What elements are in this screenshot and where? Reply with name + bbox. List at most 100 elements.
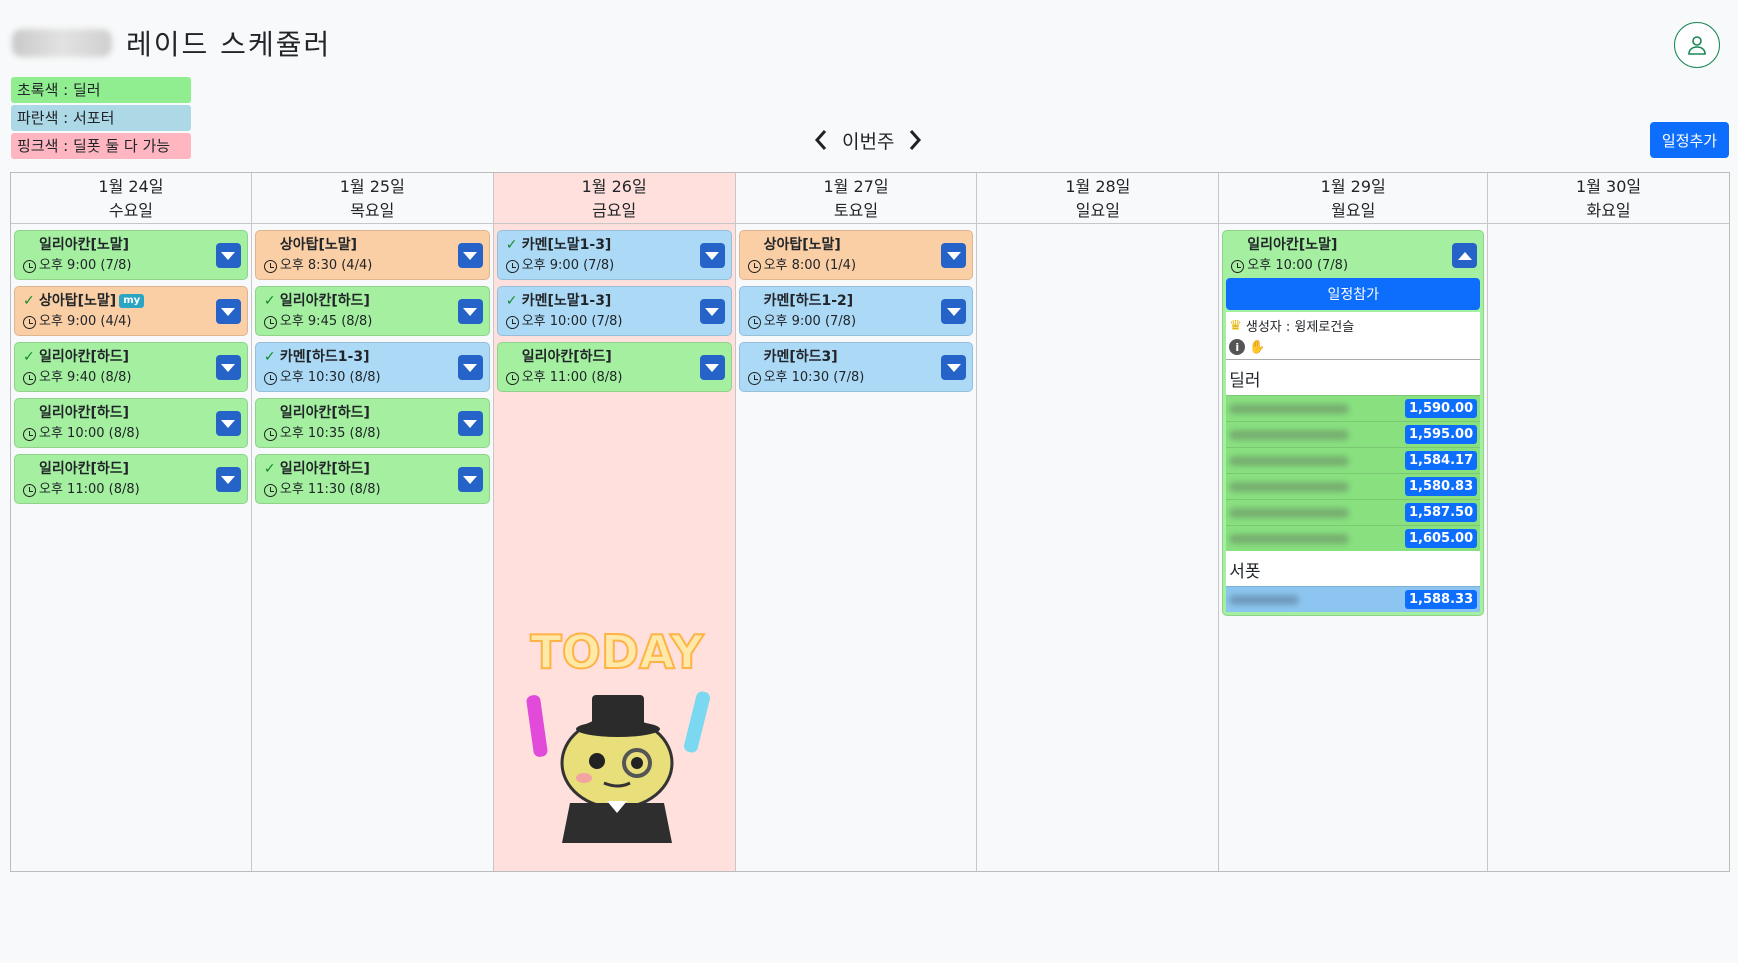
clock-icon — [23, 427, 36, 441]
event-time-row: 오후 11:00 (8/8) — [23, 480, 239, 500]
day-header: 1월 25일 목요일 — [251, 173, 493, 224]
expand-event-button[interactable] — [699, 355, 725, 380]
event-card-expanded[interactable]: 일리아칸[노말] 오후 10:00 (7/8) 일정참가 ♛ 생성자 : 윙제로건슬 i ✋… — [1222, 230, 1485, 616]
day-weekday: 수요일 — [108, 201, 154, 220]
expand-event-button[interactable] — [457, 243, 483, 268]
event-card[interactable]: 일리아칸[하드] 오후 11:00 (8/8) — [496, 342, 732, 392]
event-card[interactable]: ✓ 카멘[노말1-3] 오후 9:00 (7/8) — [496, 230, 732, 280]
expand-event-button[interactable] — [699, 299, 725, 324]
check-icon: ✓ — [263, 461, 276, 477]
clock-icon — [747, 371, 761, 385]
support-member-row: 1,588.33 — [1226, 586, 1481, 612]
next-week-button[interactable] — [904, 126, 926, 154]
event-time: 오후 10:30 (8/8) — [279, 370, 381, 385]
event-card[interactable]: ✓ 일리아칸[하드] 오후 11:30 (8/8) — [254, 454, 490, 504]
check-icon: ✓ — [505, 237, 518, 253]
event-time-row: 오후 10:30 (8/8) — [263, 368, 481, 388]
prev-week-button[interactable] — [810, 126, 832, 154]
day-header: 1월 27일토요일 — [735, 173, 977, 224]
day-weekday: 월요일 — [1331, 201, 1376, 220]
header: 레이드 스케쥴러 — [12, 18, 331, 68]
event-card[interactable]: 카멘[하드1-2] 오후 9:00 (7/8) — [738, 286, 974, 336]
day-weekday: 일요일 — [1075, 201, 1120, 220]
event-card[interactable]: 상아탑[노말] 오후 8:00 (1/4) — [738, 230, 974, 280]
day-date: 1월 27일 — [823, 177, 889, 196]
expand-event-button[interactable] — [215, 411, 241, 436]
clock-icon — [23, 371, 36, 385]
clock-icon — [263, 483, 277, 497]
add-schedule-button[interactable]: 일정추가 — [1650, 122, 1729, 158]
expand-event-button[interactable] — [699, 243, 725, 268]
item-level-badge: 1,587.50 — [1404, 503, 1478, 522]
check-icon: ✓ — [263, 293, 276, 309]
event-card[interactable]: ✓ 상아탑[노말] my 오후 9:00 (4/4) — [14, 286, 248, 336]
expand-event-button[interactable] — [457, 411, 483, 436]
page-title: 레이드 스케쥴러 — [126, 28, 332, 61]
event-time: 오후 9:00 (7/8) — [39, 258, 132, 273]
event-title-row: ✓ 카멘[노말1-3] — [506, 290, 723, 312]
day-events: ✓ 카멘[노말1-3] 오후 9:00 (7/8) ✓ 카멘[노말1-3] 오후 10:0… — [494, 224, 735, 398]
dealer-member-row: 1,584.17 — [1226, 447, 1481, 473]
event-card[interactable]: ✓ 카멘[노말1-3] 오후 10:00 (7/8) — [496, 286, 732, 336]
expand-event-button[interactable] — [941, 355, 967, 380]
info-icon[interactable]: i — [1229, 339, 1246, 355]
expand-event-button[interactable] — [941, 243, 967, 268]
expand-event-button[interactable] — [941, 299, 967, 324]
crown-icon: ♛ — [1229, 317, 1242, 334]
chevron-right-icon — [910, 130, 922, 150]
caret-down-icon — [705, 363, 720, 372]
day-header: 1월 24일 수요일 — [11, 173, 251, 224]
event-title-row: ✓ 카멘[하드1-3] — [264, 346, 481, 368]
event-title-row: 상아탑[노말] — [264, 234, 481, 256]
event-title: 카멘[하드1-3] — [279, 349, 370, 365]
event-title: 일리아칸[하드] — [521, 349, 612, 365]
event-title: 일리아칸[하드] — [279, 405, 370, 421]
week-calendar-grid: 1월 24일 수요일 일리아칸[노말] 오후 9:00 (7/8) ✓ 상아탑[노말] my… — [10, 172, 1730, 872]
expand-event-button[interactable] — [457, 467, 483, 492]
check-icon: ✓ — [505, 293, 518, 309]
week-navigation: 이번주 — [810, 126, 926, 154]
event-time: 오후 10:00 (7/8) — [1247, 258, 1349, 273]
raid-scheduler-page: 레이드 스케쥴러 초록색 : 딜러 파란색 : 서포터 핑크색 : 딜폿 둘 다… — [0, 0, 1738, 963]
day-weekday: 토요일 — [833, 201, 879, 220]
legend-support: 파란색 : 서포터 — [11, 105, 191, 131]
my-badge: my — [119, 294, 145, 308]
event-title: 일리아칸[하드] — [279, 293, 370, 309]
expand-event-button[interactable] — [457, 355, 483, 380]
clock-icon — [505, 315, 519, 329]
event-card[interactable]: ✓ 카멘[하드1-3] 오후 10:30 (8/8) — [254, 342, 490, 392]
item-level-badge: 1,605.00 — [1404, 529, 1478, 548]
event-time: 오후 9:45 (8/8) — [279, 314, 373, 329]
event-card[interactable]: 일리아칸[노말] 오후 9:00 (7/8) — [14, 230, 248, 280]
event-title-row: 카멘[하드3] — [748, 346, 965, 368]
event-card[interactable]: ✓ 일리아칸[하드] 오후 9:45 (8/8) — [254, 286, 490, 336]
event-title: 카멘[하드1-2] — [763, 293, 854, 309]
color-legend: 초록색 : 딜러 파란색 : 서포터 핑크색 : 딜폿 둘 다 가능 — [11, 77, 191, 159]
event-card[interactable]: 일리아칸[하드] 오후 10:00 (8/8) — [14, 398, 248, 448]
event-title-row: 상아탑[노말] — [748, 234, 965, 256]
join-schedule-button[interactable]: 일정참가 — [1226, 278, 1481, 310]
event-time-row: 오후 8:30 (4/4) — [263, 256, 481, 276]
event-card[interactable]: 일리아칸[하드] 오후 11:00 (8/8) — [14, 454, 248, 504]
event-detail-panel: ♛ 생성자 : 윙제로건슬 i ✋ 딜러 1,590.00 1,595.00 1,584.17… — [1226, 312, 1481, 612]
expand-event-button[interactable] — [215, 243, 241, 268]
user-profile-button[interactable] — [1674, 22, 1720, 68]
day-column: 1월 29일 월요일 일리아칸[노말] 오후 10:00 (7/8) 일정참가 ♛ 생성자 … — [1219, 173, 1489, 871]
day-events — [977, 224, 1218, 236]
expand-event-button[interactable] — [215, 299, 241, 324]
collapse-event-button[interactable] — [1452, 243, 1478, 268]
event-card[interactable]: ✓ 일리아칸[하드] 오후 9:40 (8/8) — [14, 342, 248, 392]
clock-icon — [747, 259, 761, 273]
event-title: 카멘[노말1-3] — [521, 293, 612, 309]
day-date: 1월 26일 — [581, 177, 647, 196]
dealer-member-row: 1,587.50 — [1226, 499, 1481, 525]
hand-icon[interactable]: ✋ — [1249, 340, 1265, 355]
expand-event-button[interactable] — [215, 467, 241, 492]
expand-event-button[interactable] — [457, 299, 483, 324]
expand-event-button[interactable] — [215, 355, 241, 380]
clock-icon — [505, 371, 519, 385]
event-card[interactable]: 상아탑[노말] 오후 8:30 (4/4) — [254, 230, 490, 280]
event-card[interactable]: 일리아칸[하드] 오후 10:35 (8/8) — [254, 398, 490, 448]
event-card[interactable]: 카멘[하드3] 오후 10:30 (7/8) — [738, 342, 974, 392]
check-icon: ✓ — [23, 293, 35, 309]
